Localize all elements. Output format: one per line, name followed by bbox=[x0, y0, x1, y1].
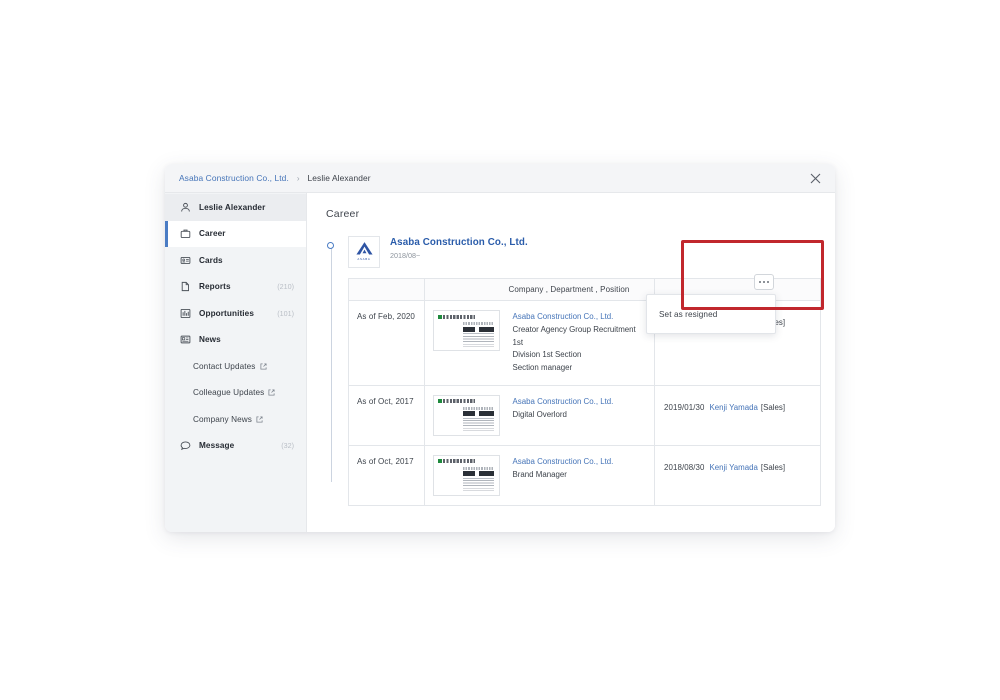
sidebar-item-leslie-alexander[interactable]: Leslie Alexander bbox=[165, 194, 306, 221]
sidebar-item-message[interactable]: Message (32) bbox=[165, 433, 306, 460]
row-position-cell: Asaba Construction Co., Ltd. Brand Manag… bbox=[508, 444, 655, 506]
career-modal-panel: Asaba Construction Co., Ltd. › Leslie Al… bbox=[165, 164, 835, 532]
report-icon bbox=[179, 281, 191, 293]
panel-body: Leslie Alexander Career Cards Reports (2… bbox=[165, 193, 835, 532]
sidebar-item-label: Message bbox=[199, 441, 235, 451]
sidebar-subitem-contact-updates[interactable]: Contact Updates bbox=[165, 353, 306, 380]
page-title: Career bbox=[326, 208, 360, 220]
row-meta-date: 2018/08/30 bbox=[664, 462, 705, 472]
dot bbox=[763, 281, 765, 283]
career-content: Career ASABA Asaba Construction Co., Ltd… bbox=[307, 193, 835, 532]
row-card-cell[interactable] bbox=[424, 444, 509, 506]
sidebar-subitem-colleague-updates[interactable]: Colleague Updates bbox=[165, 380, 306, 407]
row-position-line: Digital Overlord bbox=[512, 409, 567, 419]
more-options-button[interactable] bbox=[754, 274, 774, 290]
row-card-cell[interactable] bbox=[424, 384, 509, 446]
chat-icon bbox=[179, 440, 191, 452]
row-meta-cell: 2019/01/30 Kenji Yamada [Sales] bbox=[654, 384, 821, 446]
breadcrumb-bar: Asaba Construction Co., Ltd. › Leslie Al… bbox=[165, 164, 835, 193]
sidebar-item-count: (32) bbox=[281, 441, 294, 451]
timeline-line bbox=[330, 245, 332, 482]
bar-chart-icon bbox=[179, 307, 191, 319]
business-card-thumbnail[interactable] bbox=[433, 310, 500, 351]
sidebar-item-label: News bbox=[199, 335, 221, 345]
more-options-dropdown: Set as resigned bbox=[646, 294, 776, 334]
breadcrumb-company-link[interactable]: Asaba Construction Co., Ltd. bbox=[179, 173, 289, 183]
sidebar-item-label: Opportunities bbox=[199, 308, 254, 318]
sidebar-subitem-label: Company News bbox=[193, 414, 252, 424]
row-position-line: Division 1st Section bbox=[512, 350, 582, 360]
company-logo-icon: ASABA bbox=[348, 236, 380, 268]
card-icon bbox=[179, 254, 191, 266]
row-meta-user-link[interactable]: Kenji Yamada bbox=[710, 463, 758, 472]
row-meta-user-link[interactable]: Kenji Yamada bbox=[710, 403, 758, 412]
sidebar-item-label: Career bbox=[199, 229, 226, 239]
row-company-link[interactable]: Asaba Construction Co., Ltd. bbox=[513, 456, 647, 469]
person-icon bbox=[179, 201, 191, 213]
business-card-thumbnail[interactable] bbox=[433, 394, 500, 436]
company-period: 2018/08~ bbox=[390, 251, 421, 261]
sidebar-item-news[interactable]: News bbox=[165, 327, 306, 354]
sidebar-item-reports[interactable]: Reports (210) bbox=[165, 274, 306, 301]
row-company-link[interactable]: Asaba Construction Co., Ltd. bbox=[513, 396, 647, 409]
row-position-cell: Asaba Construction Co., Ltd. Digital Ove… bbox=[508, 384, 655, 446]
sidebar-item-label: Cards bbox=[199, 255, 223, 265]
company-name-link[interactable]: Asaba Construction Co., Ltd. bbox=[390, 236, 528, 250]
table-row: As of Oct, 2017 Asaba Construction Co., … bbox=[348, 384, 821, 446]
sidebar: Leslie Alexander Career Cards Reports (2… bbox=[165, 193, 307, 532]
row-date: As of Oct, 2017 bbox=[348, 444, 425, 506]
sidebar-item-count: (101) bbox=[277, 308, 294, 318]
news-icon bbox=[179, 334, 191, 346]
briefcase-icon bbox=[179, 228, 191, 240]
business-card-thumbnail[interactable] bbox=[433, 454, 500, 496]
company-logo-word: ASABA bbox=[357, 257, 371, 261]
row-date: As of Oct, 2017 bbox=[348, 384, 425, 446]
row-position-line: Creator Agency Group Recruitment 1st bbox=[512, 324, 636, 347]
menu-item-set-as-resigned[interactable]: Set as resigned bbox=[647, 310, 717, 319]
sidebar-subitem-label: Colleague Updates bbox=[193, 388, 265, 398]
row-card-cell[interactable] bbox=[424, 300, 509, 386]
external-link-icon bbox=[259, 363, 267, 370]
dot bbox=[759, 281, 761, 283]
dot bbox=[767, 281, 769, 283]
sidebar-item-cards[interactable]: Cards bbox=[165, 247, 306, 274]
header-blank-left bbox=[348, 278, 425, 301]
row-company-link[interactable]: Asaba Construction Co., Ltd. bbox=[513, 311, 647, 324]
sidebar-item-count: (210) bbox=[277, 282, 294, 292]
row-meta-dept: [Sales] bbox=[760, 462, 786, 472]
sidebar-item-label: Reports bbox=[199, 282, 231, 292]
row-meta-cell: 2018/08/30 Kenji Yamada [Sales] bbox=[654, 444, 821, 506]
external-link-icon bbox=[256, 416, 263, 423]
row-date: As of Feb, 2020 bbox=[348, 300, 425, 386]
sidebar-subitem-label: Contact Updates bbox=[193, 361, 256, 371]
sidebar-item-career[interactable]: Career bbox=[165, 220, 306, 247]
row-position-line: Brand Manager bbox=[512, 469, 567, 479]
row-meta-date: 2019/01/30 bbox=[664, 402, 705, 412]
header-company-dept-position: Company , Department , Position bbox=[508, 278, 655, 301]
breadcrumb-separator-icon: › bbox=[296, 173, 300, 183]
close-icon[interactable] bbox=[807, 170, 823, 186]
breadcrumb-current: Leslie Alexander bbox=[307, 173, 371, 183]
table-row: As of Oct, 2017 Asaba Construction Co., … bbox=[348, 444, 821, 506]
sidebar-subitem-company-news[interactable]: Company News bbox=[165, 406, 306, 433]
timeline-marker bbox=[327, 242, 334, 249]
external-link-icon bbox=[268, 389, 275, 396]
career-timeline: ASABA Asaba Construction Co., Ltd. 2018/… bbox=[326, 236, 821, 506]
row-position-line: Section manager bbox=[512, 363, 573, 373]
row-position-cell: Asaba Construction Co., Ltd. Creator Age… bbox=[508, 300, 655, 386]
sidebar-item-label: Leslie Alexander bbox=[199, 202, 266, 212]
company-header: ASABA Asaba Construction Co., Ltd. 2018/… bbox=[348, 236, 815, 268]
row-meta-dept: [Sales] bbox=[760, 402, 786, 412]
sidebar-item-opportunities[interactable]: Opportunities (101) bbox=[165, 300, 306, 327]
